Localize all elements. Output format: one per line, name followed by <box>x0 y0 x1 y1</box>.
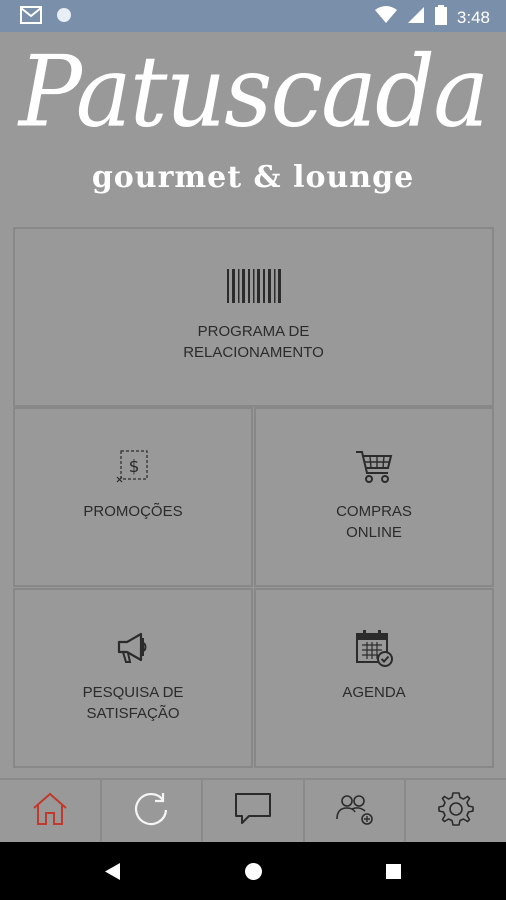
wifi-icon <box>374 6 397 29</box>
system-navigation-bar <box>0 842 506 900</box>
tile-satisfaction-survey[interactable]: PESQUISA DE SATISFAÇÃO <box>13 588 253 768</box>
coupon-icon: $ <box>116 449 150 491</box>
tile-loyalty-label-1: PROGRAMA DE <box>197 323 310 340</box>
users-icon <box>334 791 376 832</box>
home-button-icon[interactable] <box>245 863 262 885</box>
tile-loyalty-program[interactable]: PROGRAMA DE RELACIONAMENTO <box>13 227 494 407</box>
brand-logo: Patuscada gourmet & lounge <box>0 35 506 208</box>
tile-agenda-label: AGENDA <box>342 684 406 701</box>
chat-icon <box>233 791 273 832</box>
home-icon <box>32 792 68 831</box>
refresh-icon <box>132 790 170 833</box>
nav-refresh[interactable] <box>102 780 204 842</box>
tile-survey-label-2: SATISFAÇÃO <box>86 705 180 722</box>
clock: 3:48 <box>456 7 490 27</box>
megaphone-icon <box>115 630 151 672</box>
nav-users[interactable] <box>305 780 407 842</box>
logo-subtitle: gourmet & lounge <box>91 160 415 195</box>
back-icon[interactable] <box>105 863 121 885</box>
tile-agenda[interactable]: AGENDA <box>254 588 494 768</box>
logo-title: Patuscada <box>18 35 490 150</box>
calendar-icon <box>354 628 394 674</box>
circle-icon <box>56 7 72 28</box>
nav-chat[interactable] <box>203 780 305 842</box>
tile-survey-label-1: PESQUISA DE <box>82 684 184 701</box>
settings-icon <box>437 790 475 833</box>
battery-icon <box>434 5 447 30</box>
gmail-icon <box>20 6 42 29</box>
bottom-navigation <box>0 778 506 842</box>
cart-icon <box>354 449 394 491</box>
barcode-icon <box>225 269 283 309</box>
nav-settings[interactable] <box>406 780 506 842</box>
status-bar: 3:48 <box>0 0 506 32</box>
tile-promotions[interactable]: $ PROMOÇÕES <box>13 407 253 587</box>
tile-online-shopping[interactable]: COMPRAS ONLINE <box>254 407 494 587</box>
svg-text:$: $ <box>129 457 140 477</box>
nav-home[interactable] <box>0 780 102 842</box>
tile-shopping-label-1: COMPRAS <box>336 503 412 520</box>
tile-promotions-label: PROMOÇÕES <box>83 503 183 520</box>
signal-icon <box>407 6 425 29</box>
tile-loyalty-label-2: RELACIONAMENTO <box>183 344 324 361</box>
tile-shopping-label-2: ONLINE <box>346 524 402 541</box>
recents-icon[interactable] <box>386 864 401 884</box>
